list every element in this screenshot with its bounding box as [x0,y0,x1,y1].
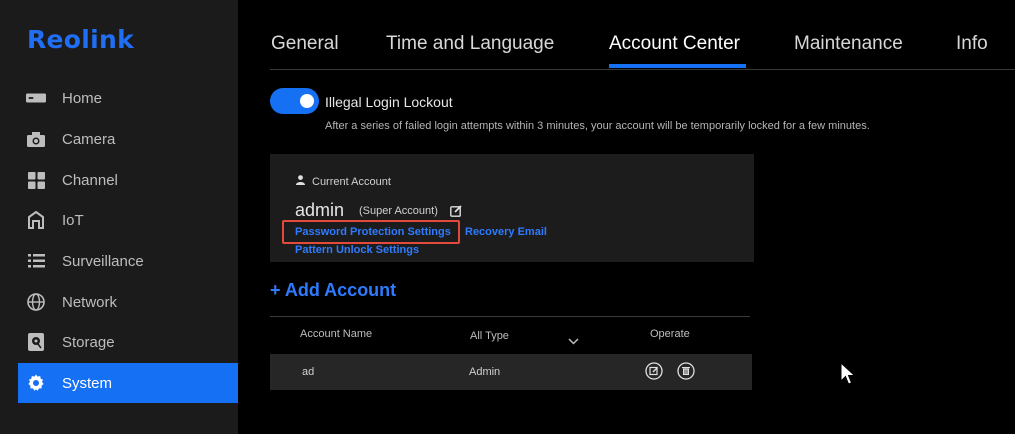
password-protection-settings-link[interactable]: Password Protection Settings [295,226,451,238]
lockout-label: Illegal Login Lockout [325,94,453,110]
sidebar-item-channel[interactable]: Channel [18,160,238,200]
brand-logo: Reolink [27,25,135,54]
lockout-description: After a series of failed login attempts … [325,120,870,132]
chevron-down-icon[interactable] [568,332,579,350]
edit-row-icon[interactable] [645,362,663,380]
sidebar-item-label: Camera [62,130,116,148]
toggle-knob [300,94,314,108]
sidebar-item-surveillance[interactable]: Surveillance [18,241,238,281]
type-filter-dropdown[interactable]: All Type [470,330,509,342]
active-tab-indicator [609,64,746,68]
grid-icon [26,170,46,190]
list-icon [26,251,46,271]
sidebar-item-label: Network [62,293,118,311]
illegal-login-lockout-toggle[interactable] [270,88,319,114]
sidebar-item-network[interactable]: Network [18,282,238,322]
add-account-button[interactable]: + Add Account [270,280,396,301]
gear-icon [26,373,46,393]
recovery-email-link[interactable]: Recovery Email [465,226,547,238]
tab-general[interactable]: General [271,33,339,55]
column-account-name: Account Name [300,328,373,340]
sidebar-item-label: Home [62,89,103,107]
row-account-type: Admin [469,366,501,378]
delete-row-icon[interactable] [677,362,695,380]
sidebar-item-label: Storage [62,333,115,351]
table-row: ad Admin [270,354,752,390]
account-name: admin [295,200,345,220]
sidebar-item-camera[interactable]: Camera [18,119,238,159]
storage-icon [26,332,46,352]
tab-maintenance[interactable]: Maintenance [794,33,903,55]
sidebar-item-system[interactable]: System [18,363,238,403]
camera-icon [26,129,46,149]
current-account-text: Current Account [312,175,391,188]
tab-time-and-language[interactable]: Time and Language [386,33,554,55]
row-account-name: ad [302,366,315,378]
house-icon [26,210,46,230]
tab-account-center[interactable]: Account Center [609,33,740,55]
sidebar-item-storage[interactable]: Storage [18,322,238,362]
sidebar: Reolink Home Camera Channel IoT Surveill… [0,0,238,434]
sidebar-item-label: Channel [62,171,118,189]
tab-info[interactable]: Info [956,33,988,55]
table-header: Account Name All Type Operate [270,316,750,354]
current-account-label: Current Account [296,175,391,188]
nvr-device-icon [26,88,46,108]
account-role: (Super Account) [359,205,438,217]
sidebar-item-label: IoT [62,211,84,229]
sidebar-item-home[interactable]: Home [18,78,238,118]
sidebar-item-iot[interactable]: IoT [18,200,238,240]
user-icon [296,175,305,188]
mouse-cursor-icon [840,361,856,391]
globe-icon [26,292,46,312]
column-operate: Operate [650,328,690,340]
pattern-unlock-settings-link[interactable]: Pattern Unlock Settings [295,244,419,256]
sidebar-item-label: Surveillance [62,252,144,270]
sidebar-item-label: System [62,374,113,392]
